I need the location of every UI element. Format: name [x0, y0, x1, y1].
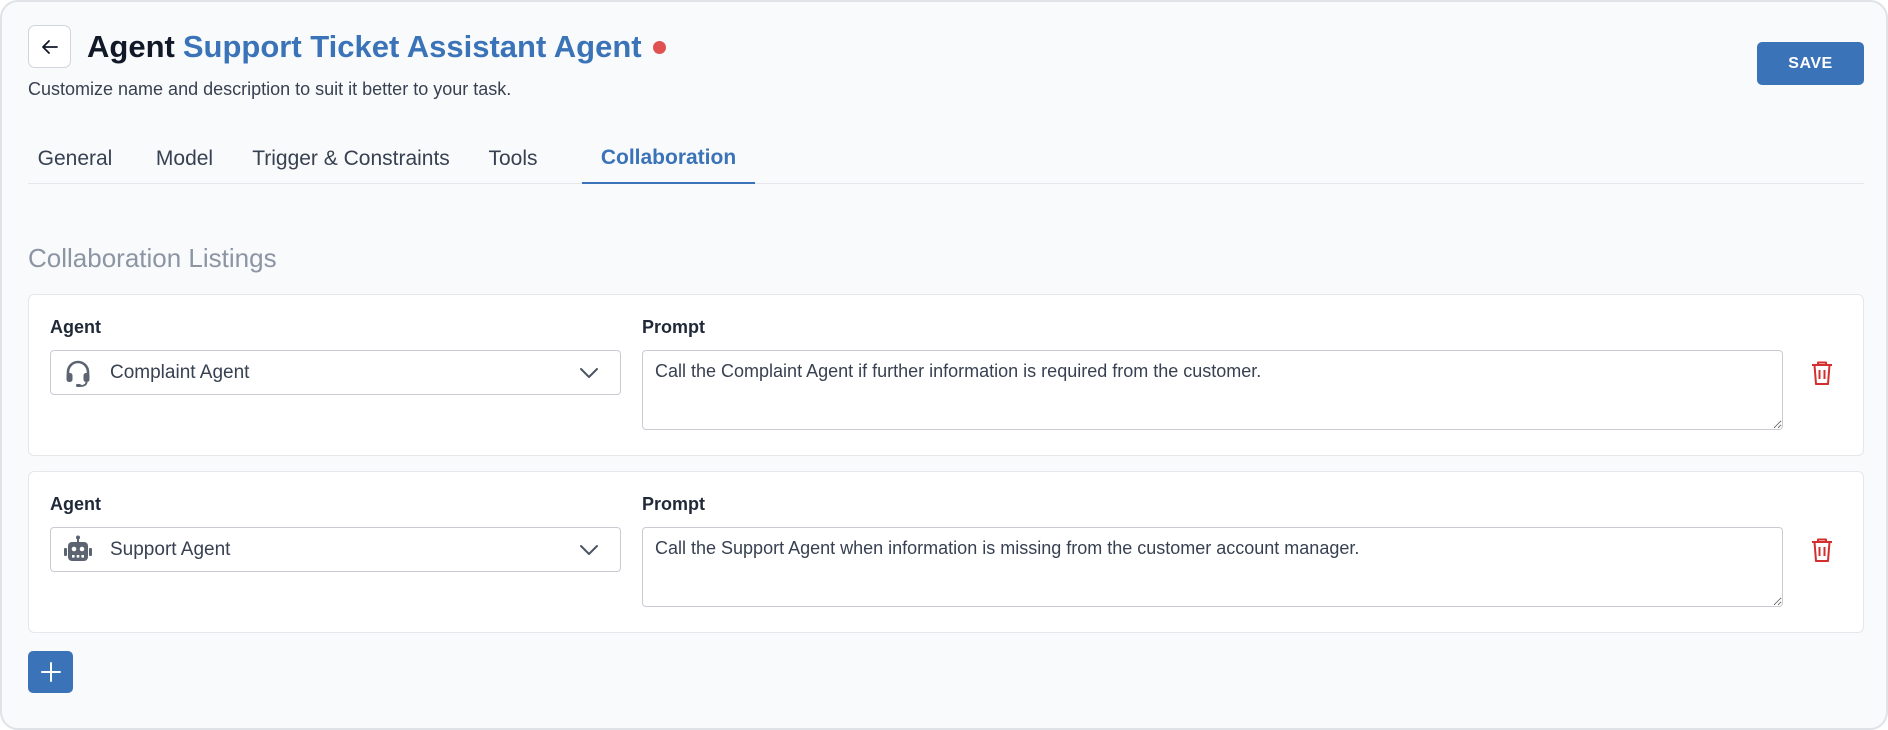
- prompt-textarea[interactable]: Call the Support Agent when information …: [642, 527, 1783, 607]
- tab-bar: General Model Trigger & Constraints Tool…: [28, 134, 1864, 184]
- prompt-label: Prompt: [642, 317, 705, 337]
- trash-icon[interactable]: [1809, 359, 1835, 387]
- plus-icon: [40, 662, 61, 682]
- page-title: Agent Support Ticket Assistant Agent: [87, 26, 666, 68]
- prompt-label: Prompt: [642, 494, 705, 514]
- chevron-down-icon: [580, 368, 598, 378]
- arrow-left-icon: [41, 39, 58, 54]
- agent-editor-window: Agent Support Ticket Assistant Agent Cus…: [0, 0, 1888, 730]
- robot-icon: [64, 535, 92, 561]
- add-collaboration-button[interactable]: [28, 651, 73, 693]
- trash-icon[interactable]: [1809, 536, 1835, 564]
- tab-collaboration[interactable]: Collaboration: [582, 134, 755, 184]
- collaboration-row: Agent Prompt Complaint Agent Call the Co…: [28, 294, 1864, 456]
- agent-select[interactable]: Support Agent: [50, 527, 621, 572]
- title-prefix: Agent: [87, 29, 175, 64]
- agent-select-value: Support Agent: [110, 538, 231, 560]
- back-button[interactable]: [28, 25, 71, 68]
- tab-trigger-constraints[interactable]: Trigger & Constraints: [248, 134, 454, 184]
- tab-tools[interactable]: Tools: [472, 134, 554, 184]
- save-button[interactable]: SAVE: [1757, 42, 1864, 85]
- page-subtitle: Customize name and description to suit i…: [28, 79, 512, 99]
- tab-model[interactable]: Model: [139, 134, 230, 184]
- agent-select[interactable]: Complaint Agent: [50, 350, 621, 395]
- collaboration-row: Agent Prompt Support Agent Call the Supp…: [28, 471, 1864, 633]
- agent-label: Agent: [50, 317, 101, 337]
- unsaved-indicator: [652, 40, 666, 54]
- agent-name: Support Ticket Assistant Agent: [182, 29, 642, 64]
- headset-icon: [66, 360, 90, 387]
- agent-select-value: Complaint Agent: [110, 361, 250, 383]
- section-title: Collaboration Listings: [28, 243, 277, 273]
- chevron-down-icon: [580, 545, 598, 555]
- agent-label: Agent: [50, 494, 101, 514]
- prompt-textarea[interactable]: Call the Complaint Agent if further info…: [642, 350, 1783, 430]
- tab-general[interactable]: General: [28, 134, 122, 184]
